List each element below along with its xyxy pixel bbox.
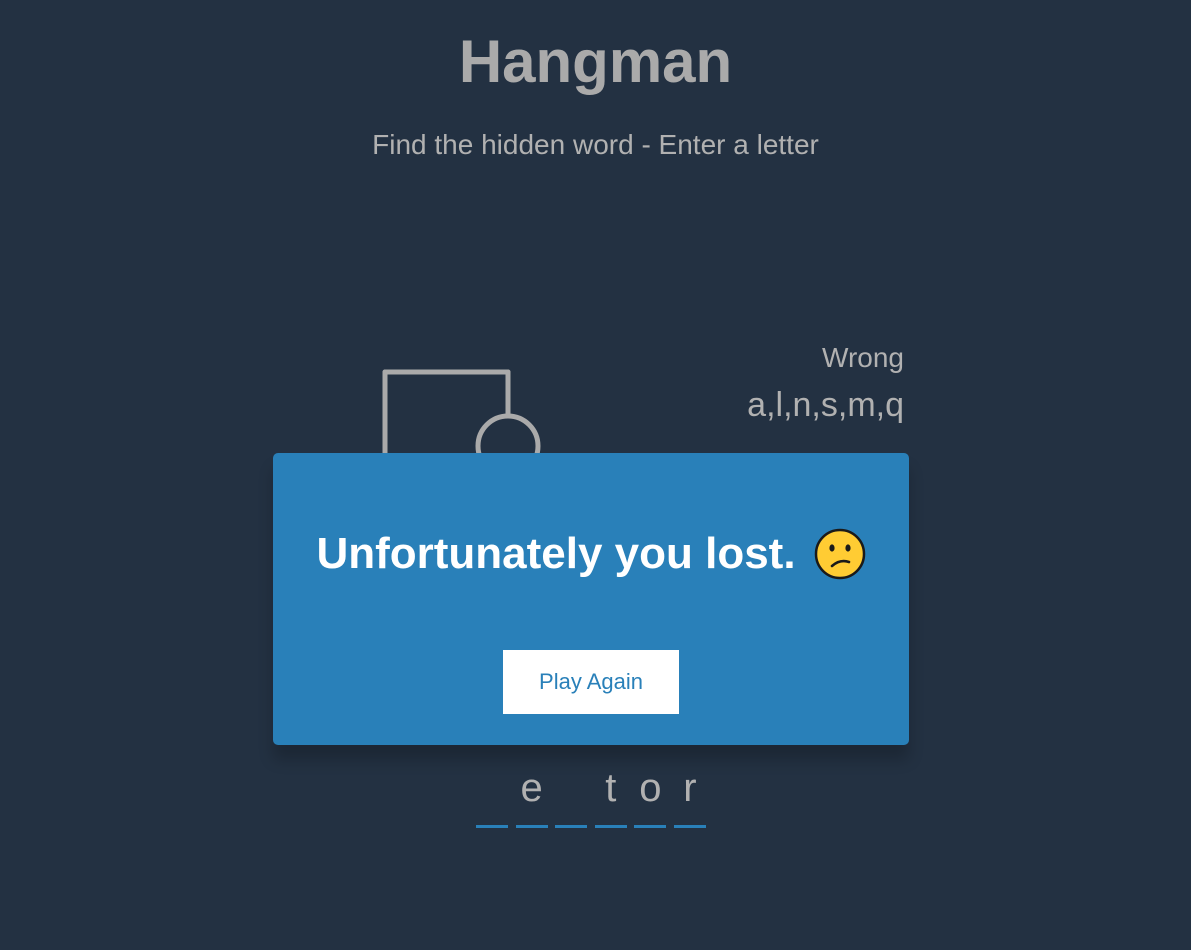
letter-slot: o bbox=[634, 762, 667, 828]
popup-message: Unfortunately you lost. bbox=[316, 529, 796, 578]
letter-slot: r bbox=[673, 762, 706, 828]
letter-slot bbox=[476, 762, 508, 828]
page-subtitle: Find the hidden word - Enter a letter bbox=[372, 129, 819, 160]
wrong-letters: a,l,n,s,m,q bbox=[747, 386, 904, 424]
letter-slot: e bbox=[515, 762, 548, 828]
play-again-button[interactable]: Play Again bbox=[503, 650, 679, 714]
page-title: Hangman bbox=[458, 28, 733, 95]
letter-slot: t bbox=[594, 762, 627, 828]
hidden-word: e t o r bbox=[476, 762, 714, 828]
letter-slot bbox=[555, 762, 588, 828]
confused-face-icon bbox=[814, 528, 865, 580]
wrong-letters-panel: Wrong a,l,n,s,m,q bbox=[640, 340, 904, 426]
wrong-label: Wrong bbox=[822, 342, 904, 373]
popup-message-row: Unfortunately you lost. bbox=[273, 527, 909, 581]
game-over-popup: Unfortunately you lost. Play Again bbox=[273, 453, 909, 745]
